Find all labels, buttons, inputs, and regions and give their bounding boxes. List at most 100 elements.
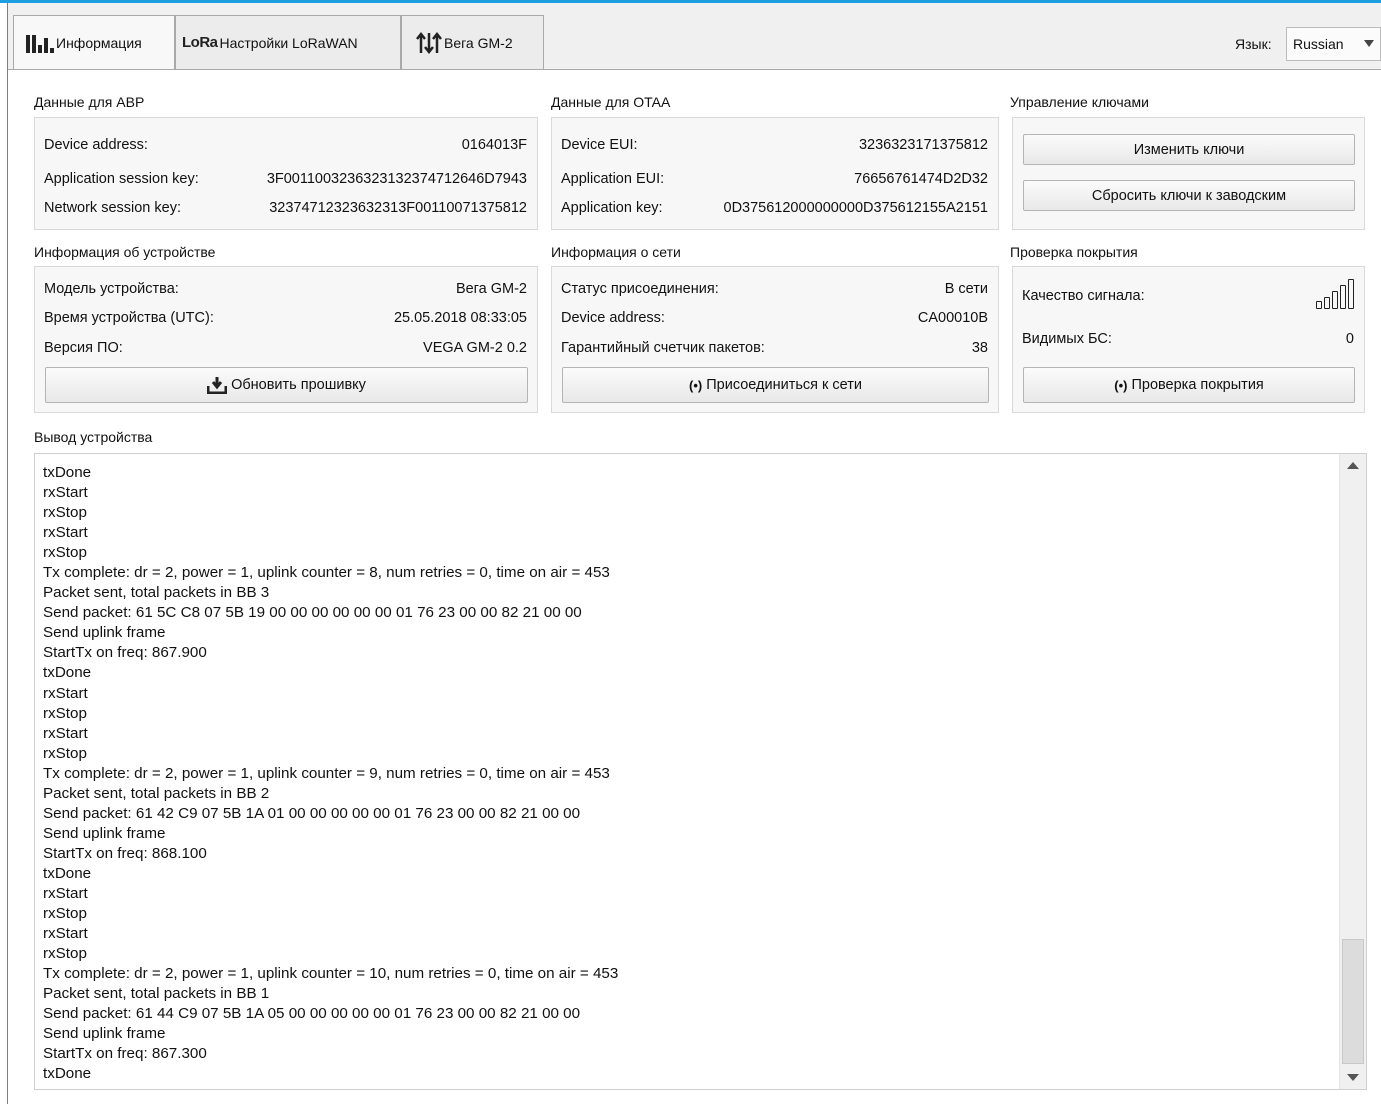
device-row: Модель устройства: Вега GM-2 xyxy=(44,281,527,297)
log-line: Send uplink frame xyxy=(43,824,166,842)
output-scrollbar[interactable] xyxy=(1339,454,1366,1089)
abp-label: Network session key: xyxy=(44,200,181,216)
log-line: txDone xyxy=(43,464,92,481)
coverage-check-label: Проверка покрытия xyxy=(1131,377,1264,393)
log-line: rxStart xyxy=(43,724,88,742)
device-label: Время устройства (UTC): xyxy=(44,310,214,326)
device-value: 25.05.2018 08:33:05 xyxy=(393,310,527,326)
abp-label: Application session key: xyxy=(44,171,199,187)
signal-strength-icon xyxy=(1316,279,1354,309)
language-label: Язык: xyxy=(1235,36,1272,52)
otaa-label: Device EUI: xyxy=(561,137,638,153)
otaa-panel: Device EUI: 3236323171375812 Application… xyxy=(551,117,999,230)
bs-value: 0 xyxy=(1345,331,1354,347)
radio-waves-icon: (•) xyxy=(689,377,703,393)
arrows-icon xyxy=(416,31,442,54)
log-line: Send packet: 61 42 C9 07 5B 1A 01 00 00 … xyxy=(43,804,581,822)
abp-value: 3F0011003236323132374712646D7943 xyxy=(266,171,527,187)
tab-lorawan-settings-label: Настройки LoRaWAN xyxy=(219,34,358,51)
otaa-value: 3236323171375812 xyxy=(858,137,988,153)
log-line: txDone xyxy=(43,864,92,882)
log-line: rxStop xyxy=(43,744,87,762)
scroll-thumb[interactable] xyxy=(1342,939,1364,1064)
log-line: txDone xyxy=(43,664,92,682)
log-line: Packet sent, total packets in BB 3 xyxy=(43,584,270,602)
device-value: VEGA GM-2 0.2 xyxy=(423,340,527,356)
log-line: StartTx on freq: 867.300 xyxy=(43,1045,207,1063)
tab-information[interactable]: Информация xyxy=(13,15,175,69)
network-row: Device address: CA00010B xyxy=(561,310,988,326)
otaa-section-title: Данные для OTAA xyxy=(551,94,671,110)
log-line: rxStart xyxy=(43,884,88,902)
abp-row: Network session key: 32374712323632313F0… xyxy=(44,200,527,216)
network-value: CA00010B xyxy=(917,310,988,326)
device-value: Вега GM-2 xyxy=(455,281,527,297)
otaa-label: Application key: xyxy=(561,200,663,216)
abp-value: 32374712323632313F00110071375812 xyxy=(269,200,527,216)
scroll-up-icon[interactable] xyxy=(1347,462,1359,469)
abp-row: Application session key: 3F0011003236323… xyxy=(44,171,527,187)
device-section-title: Информация об устройстве xyxy=(34,244,216,260)
reset-keys-button[interactable]: Сбросить ключи к заводским xyxy=(1023,180,1355,211)
bs-row: Видимых БС: 0 xyxy=(1022,331,1354,347)
network-label: Статус присоединения: xyxy=(561,281,719,297)
otaa-row: Application EUI: 76656761474D2D32 xyxy=(561,171,988,187)
abp-section-title: Данные для ABP xyxy=(34,94,145,110)
tab-vega-gm2[interactable]: Вега GM-2 xyxy=(401,15,544,69)
chevron-down-icon xyxy=(1364,40,1374,47)
log-line: rxStart xyxy=(43,484,88,502)
log-line: rxStop xyxy=(43,504,87,522)
log-line: Tx complete: dr = 2, power = 1, uplink c… xyxy=(43,965,619,983)
log-line: rxStop xyxy=(43,704,87,722)
window-left-border xyxy=(7,3,8,1104)
tab-lorawan-settings[interactable]: LoRa Настройки LoRaWAN xyxy=(175,15,401,69)
log-line: rxStart xyxy=(43,925,88,943)
network-row: Гарантийный счетчик пакетов: 38 xyxy=(561,340,988,356)
otaa-row: Application key: 0D375612000000000D37561… xyxy=(561,200,988,216)
abp-value: 0164013F xyxy=(461,137,527,153)
coverage-check-button[interactable]: (•) Проверка покрытия xyxy=(1023,367,1355,403)
bar-chart-icon xyxy=(26,33,54,53)
log-line: Send uplink frame xyxy=(43,624,166,642)
otaa-value: 0D375612000000000D375612155A2151 xyxy=(723,200,988,216)
abp-label: Device address: xyxy=(44,137,148,153)
log-line: StartTx on freq: 868.100 xyxy=(43,844,207,862)
signal-label: Качество сигнала: xyxy=(1022,288,1145,304)
language-select[interactable]: Russian xyxy=(1286,27,1381,61)
network-row: Статус присоединения: В сети xyxy=(561,281,988,297)
output-section-title: Вывод устройства xyxy=(34,429,153,445)
log-line: txDone xyxy=(43,1065,92,1083)
log-line: Packet sent, total packets in BB 2 xyxy=(43,784,270,802)
log-line: rxStart xyxy=(43,524,88,542)
download-icon xyxy=(207,377,228,394)
device-row: Версия ПО: VEGA GM-2 0.2 xyxy=(44,340,527,356)
abp-row: Device address: 0164013F xyxy=(44,137,527,153)
lora-logo: LoRa xyxy=(182,34,218,51)
keys-section-title: Управление ключами xyxy=(1010,94,1149,110)
join-network-button[interactable]: (•) Присоединиться к сети xyxy=(562,367,989,403)
update-firmware-label: Обновить прошивку xyxy=(231,377,366,393)
log-line: Send packet: 61 44 C9 07 5B 1A 05 00 00 … xyxy=(43,1005,581,1023)
signal-row: Качество сигнала: xyxy=(1022,288,1354,304)
update-firmware-button[interactable]: Обновить прошивку xyxy=(45,367,528,403)
otaa-value: 76656761474D2D32 xyxy=(854,171,988,187)
language-value: Russian xyxy=(1293,36,1344,52)
log-line: rxStop xyxy=(43,905,87,923)
output-text: txDone rxStart rxStop rxStart rxStop Tx compl… xyxy=(43,463,1336,1089)
log-line: Tx complete: dr = 2, power = 1, uplink c… xyxy=(43,564,610,582)
device-label: Модель устройства: xyxy=(44,281,179,297)
device-output-log[interactable]: txDone rxStart rxStop rxStart rxStop Tx compl… xyxy=(34,453,1367,1090)
change-keys-button[interactable]: Изменить ключи xyxy=(1023,134,1355,165)
tab-vega-gm2-label: Вега GM-2 xyxy=(444,34,513,51)
network-label: Device address: xyxy=(561,310,665,326)
bs-label: Видимых БС: xyxy=(1022,331,1112,347)
log-line: rxStart xyxy=(43,684,88,702)
tab-information-label: Информация xyxy=(56,34,142,51)
otaa-label: Application EUI: xyxy=(561,171,665,187)
log-line: Packet sent, total packets in BB 1 xyxy=(43,985,270,1003)
log-line: Send uplink frame xyxy=(43,1025,166,1043)
scroll-down-icon[interactable] xyxy=(1347,1074,1359,1081)
log-line: Send packet: 61 5C C8 07 5B 19 00 00 00 … xyxy=(43,604,582,622)
network-value: В сети xyxy=(944,281,988,297)
radio-waves-icon: (•) xyxy=(1114,377,1128,393)
